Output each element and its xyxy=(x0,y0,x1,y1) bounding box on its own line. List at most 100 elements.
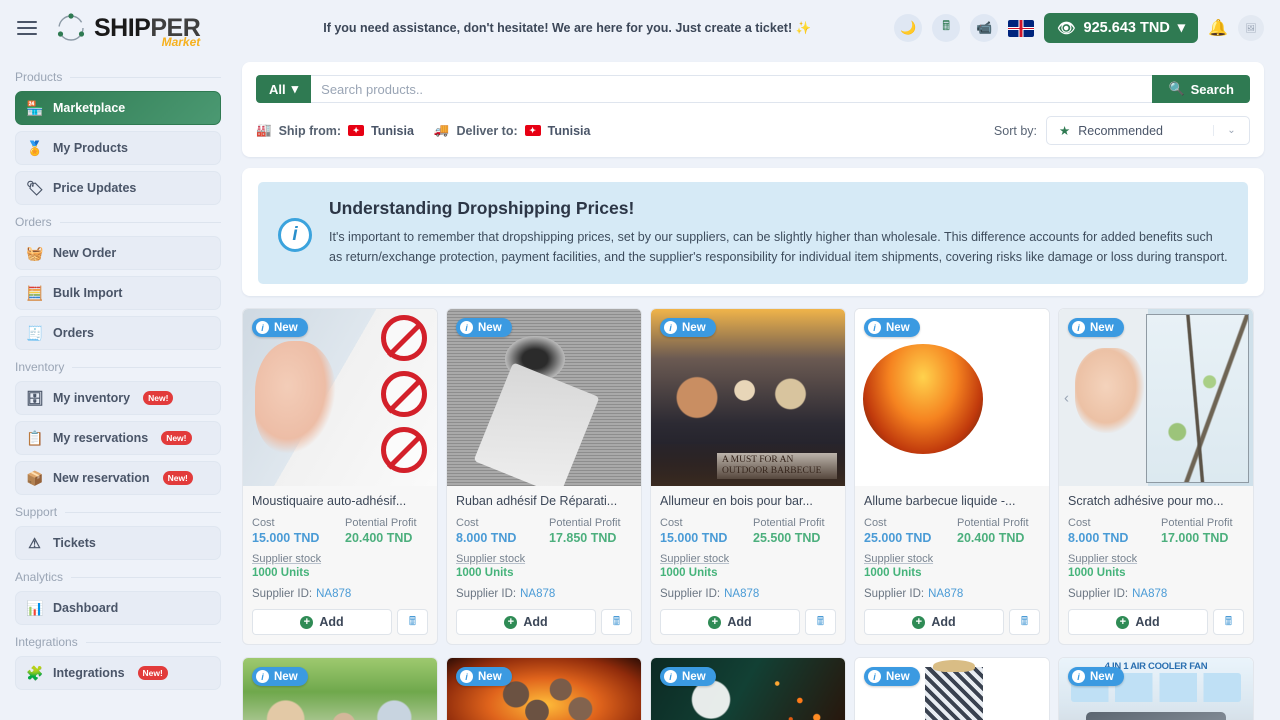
add-button[interactable]: +Add xyxy=(456,609,596,635)
product-details: Moustiquaire auto-adhésif...Cost15.000 T… xyxy=(243,486,437,644)
video-icon[interactable]: 📹 xyxy=(970,14,998,42)
calculator-icon[interactable]: 🖩 xyxy=(397,609,428,635)
product-image[interactable]: iNew‹ xyxy=(1059,309,1253,486)
sidebar-item-integrations[interactable]: 🧩IntegrationsNew! xyxy=(15,656,221,690)
sidebar-item-tickets[interactable]: ⚠Tickets xyxy=(15,526,221,560)
profit-label: Potential Profit xyxy=(1161,517,1244,529)
new-badge: iNew xyxy=(456,318,512,337)
info-panel: i Understanding Dropshipping Prices! It'… xyxy=(242,168,1264,296)
sidebar-item-bulk-import[interactable]: 🧮Bulk Import xyxy=(15,276,221,310)
supplier-id-value: NA878 xyxy=(520,588,555,600)
sidebar-item-my-products[interactable]: 🏅My Products xyxy=(15,131,221,165)
deliver-to-selector[interactable]: 🚚 Deliver to: ✦ Tunisia xyxy=(434,123,591,138)
calculator-icon[interactable]: 🖩 xyxy=(601,609,632,635)
product-card[interactable]: iNewAllume barbecue liquide -...Cost25.0… xyxy=(854,308,1050,645)
app-logo[interactable]: SHIPPER Market xyxy=(54,11,200,45)
sidebar-item-label: Marketplace xyxy=(53,101,125,115)
calculator-icon[interactable]: 🖩 xyxy=(1009,609,1040,635)
add-button[interactable]: +Add xyxy=(1068,609,1208,635)
sort-label: Sort by: xyxy=(994,124,1037,138)
product-image[interactable]: iNew xyxy=(855,309,1049,486)
sidebar-item-orders[interactable]: 🧾Orders xyxy=(15,316,221,350)
sidebar-item-marketplace[interactable]: 🏪Marketplace xyxy=(15,91,221,125)
add-button-label: Add xyxy=(1135,615,1159,629)
product-card[interactable]: 4 IN 1 AIR COOLER FANiNew xyxy=(1058,657,1254,720)
new-badge: iNew xyxy=(456,667,512,686)
price-row: Cost8.000 TNDPotential Profit17.000 TND xyxy=(1068,517,1244,545)
product-card[interactable]: iNew xyxy=(242,657,438,720)
avatar[interactable]: 🖼 xyxy=(1238,15,1264,41)
cost-value: 25.000 TND xyxy=(864,531,947,545)
menu-toggle-button[interactable] xyxy=(0,21,54,35)
sidebar-item-label: Dashboard xyxy=(53,601,118,615)
search-input[interactable] xyxy=(311,75,1152,103)
sidebar-item-new-order[interactable]: 🧺New Order xyxy=(15,236,221,270)
sidebar-section-title: Analytics xyxy=(15,570,63,584)
sidebar-item-icon: 🧮 xyxy=(26,286,43,300)
profit-label: Potential Profit xyxy=(549,517,632,529)
plus-icon: + xyxy=(300,616,313,629)
sidebar-item-new-reservation[interactable]: 📦New reservationNew! xyxy=(15,461,221,495)
calculator-icon[interactable]: 🖩 xyxy=(1213,609,1244,635)
product-grid-row-1: iNewMoustiquaire auto-adhésif...Cost15.0… xyxy=(242,308,1264,645)
product-image[interactable]: iNew xyxy=(651,658,845,720)
product-image[interactable]: A MUST FOR AN OUTDOOR BARBECUEiNew xyxy=(651,309,845,486)
moon-icon[interactable]: 🌙 xyxy=(894,14,922,42)
burger-line xyxy=(17,27,37,29)
sort-select[interactable]: ★ Recommended ⌄ xyxy=(1046,116,1250,145)
warehouse-icon: 🏭 xyxy=(256,123,272,138)
add-button[interactable]: +Add xyxy=(660,609,800,635)
stock-value: 1000 Units xyxy=(864,567,1040,579)
price-row: Cost8.000 TNDPotential Profit17.850 TND xyxy=(456,517,632,545)
product-image[interactable]: iNew xyxy=(243,309,437,486)
cost-value: 15.000 TND xyxy=(660,531,743,545)
add-button-label: Add xyxy=(931,615,955,629)
bell-icon[interactable]: 🔔 xyxy=(1208,18,1228,38)
add-button[interactable]: +Add xyxy=(252,609,392,635)
product-card[interactable]: iNew‹Scratch adhésive pour mo...Cost8.00… xyxy=(1058,308,1254,645)
sidebar-item-label: Orders xyxy=(53,326,94,340)
calculator-icon[interactable]: 🖩 xyxy=(932,14,960,42)
product-image[interactable]: iNew xyxy=(855,658,1049,720)
product-card[interactable]: iNewRuban adhésif De Réparati...Cost8.00… xyxy=(446,308,642,645)
product-title: Allumeur en bois pour bar... xyxy=(660,494,836,508)
info-icon: i xyxy=(868,670,881,683)
add-button[interactable]: +Add xyxy=(864,609,1004,635)
sidebar-item-my-inventory[interactable]: 🗄My inventoryNew! xyxy=(15,381,221,415)
product-details: Allumeur en bois pour bar...Cost15.000 T… xyxy=(651,486,845,644)
sidebar-item-price-updates[interactable]: 🏷Price Updates xyxy=(15,171,221,205)
sidebar-item-label: New reservation xyxy=(53,471,150,485)
product-image[interactable]: iNew xyxy=(243,658,437,720)
product-card[interactable]: A MUST FOR AN OUTDOOR BARBECUEiNewAllume… xyxy=(650,308,846,645)
product-card[interactable]: iNew xyxy=(854,657,1050,720)
supplier-id-value: NA878 xyxy=(316,588,351,600)
product-title: Moustiquaire auto-adhésif... xyxy=(252,494,428,508)
product-card[interactable]: iNew xyxy=(650,657,846,720)
sort-value: Recommended xyxy=(1078,124,1163,138)
new-badge: iNew xyxy=(660,318,716,337)
profit-label: Potential Profit xyxy=(345,517,428,529)
stock-value: 1000 Units xyxy=(660,567,836,579)
carousel-prev-button[interactable]: ‹ xyxy=(1064,389,1069,406)
category-dropdown[interactable]: All ▾ xyxy=(256,75,311,103)
new-badge-label: New xyxy=(1090,322,1114,334)
sidebar-section-header: Orders xyxy=(15,215,221,229)
card-actions: +Add🖩 xyxy=(1068,609,1244,635)
uk-flag-icon[interactable] xyxy=(1008,20,1034,37)
sidebar-item-dashboard[interactable]: 📊Dashboard xyxy=(15,591,221,625)
product-card[interactable]: iNewMoustiquaire auto-adhésif...Cost15.0… xyxy=(242,308,438,645)
divider xyxy=(60,222,221,223)
product-title: Scratch adhésive pour mo... xyxy=(1068,494,1244,508)
product-image[interactable]: iNew xyxy=(447,658,641,720)
search-button[interactable]: 🔍 Search xyxy=(1152,75,1250,103)
calculator-icon[interactable]: 🖩 xyxy=(805,609,836,635)
ship-from-value: Tunisia xyxy=(371,124,414,138)
balance-badge[interactable]: 👁 925.643 TND ▾ xyxy=(1044,13,1198,43)
product-image[interactable]: 4 IN 1 AIR COOLER FANiNew xyxy=(1059,658,1253,720)
supplier-id-label: Supplier ID: xyxy=(660,588,720,600)
card-actions: +Add🖩 xyxy=(864,609,1040,635)
sidebar-item-my-reservations[interactable]: 📋My reservationsNew! xyxy=(15,421,221,455)
product-image[interactable]: iNew xyxy=(447,309,641,486)
ship-from-selector[interactable]: 🏭 Ship from: ✦ Tunisia xyxy=(256,123,414,138)
product-card[interactable]: iNew xyxy=(446,657,642,720)
